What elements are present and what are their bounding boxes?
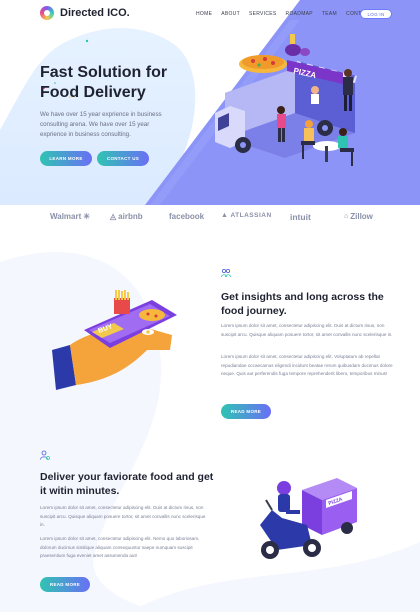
- brand-walmart: Walmart ✳: [50, 212, 90, 221]
- delivery-scooter-illustration: PIZZA: [260, 478, 357, 559]
- nav-roadmap[interactable]: ROADMAP: [286, 11, 313, 17]
- phone-order-illustration: BUY: [52, 290, 177, 390]
- nav-about[interactable]: ABOUT: [221, 11, 240, 17]
- hero-title: Fast Solution for Food Delivery: [40, 64, 168, 101]
- brand-walmart-label: Walmart: [50, 212, 82, 221]
- insights-title: Get insights and long across the food jo…: [221, 291, 384, 317]
- atlassian-icon: ▲: [221, 212, 229, 219]
- user-settings-icon: [40, 450, 50, 460]
- brand-name: Directed ICO.: [60, 7, 130, 19]
- brand-intuit-label: intuit: [290, 212, 311, 222]
- brand-logo[interactable]: Directed ICO.: [40, 6, 130, 20]
- delivery-read-more-button[interactable]: READ MORE: [40, 577, 90, 592]
- nav-home[interactable]: HOME: [196, 11, 212, 17]
- brand-atlassian: ▲ ATLASSIAN: [221, 212, 272, 219]
- insights-read-more-button[interactable]: READ MORE: [221, 404, 271, 419]
- brand-zillow: ⌂ Zillow: [344, 212, 373, 221]
- nav-team[interactable]: TEAM: [322, 11, 337, 17]
- delivery-paragraph-1: Lorem ipsum dolor sit amet, consectetur …: [40, 505, 206, 528]
- delivery-title: Deliver your faviorate food and get it w…: [40, 471, 214, 497]
- nav-services[interactable]: SERVICES: [249, 11, 277, 17]
- zillow-icon: ⌂: [344, 213, 349, 220]
- hero-text: We have over 15 year exprience in busine…: [40, 111, 162, 138]
- insights-paragraph-1: Lorem ipsum dolor sit amet, consectetur …: [221, 323, 393, 337]
- main-nav: HOME ABOUT SERVICES ROADMAP TEAM CONTACT: [196, 11, 372, 17]
- brand-intuit: intuit: [290, 212, 311, 222]
- login-button[interactable]: LOG IN: [360, 9, 392, 19]
- walmart-spark-icon: ✳: [83, 212, 90, 221]
- brand-airbnb-label: airbnb: [118, 212, 143, 221]
- insights-paragraph-2: Lorem ipsum dolor sit amet, consectetur …: [221, 354, 393, 377]
- team-icon: [221, 268, 231, 278]
- brand-facebook: facebook: [169, 212, 204, 221]
- brand-facebook-label: facebook: [169, 212, 205, 221]
- hero-section: PIZZA Directed ICO. HOME ABOUT SERVICES …: [0, 0, 420, 205]
- learn-more-button[interactable]: LEARN MORE: [40, 151, 92, 166]
- logo-icon: [40, 6, 54, 20]
- delivery-paragraph-2: Lorem ipsum dolor sit amet, consectetur …: [40, 536, 200, 559]
- brand-atlassian-label: ATLASSIAN: [230, 212, 272, 219]
- airbnb-icon: ◬: [110, 212, 117, 221]
- contact-us-button[interactable]: CONTACT US: [97, 151, 149, 166]
- brand-zillow-label: Zillow: [350, 212, 373, 221]
- brand-airbnb: ◬ airbnb: [110, 212, 143, 221]
- food-truck-illustration: PIZZA: [215, 34, 357, 166]
